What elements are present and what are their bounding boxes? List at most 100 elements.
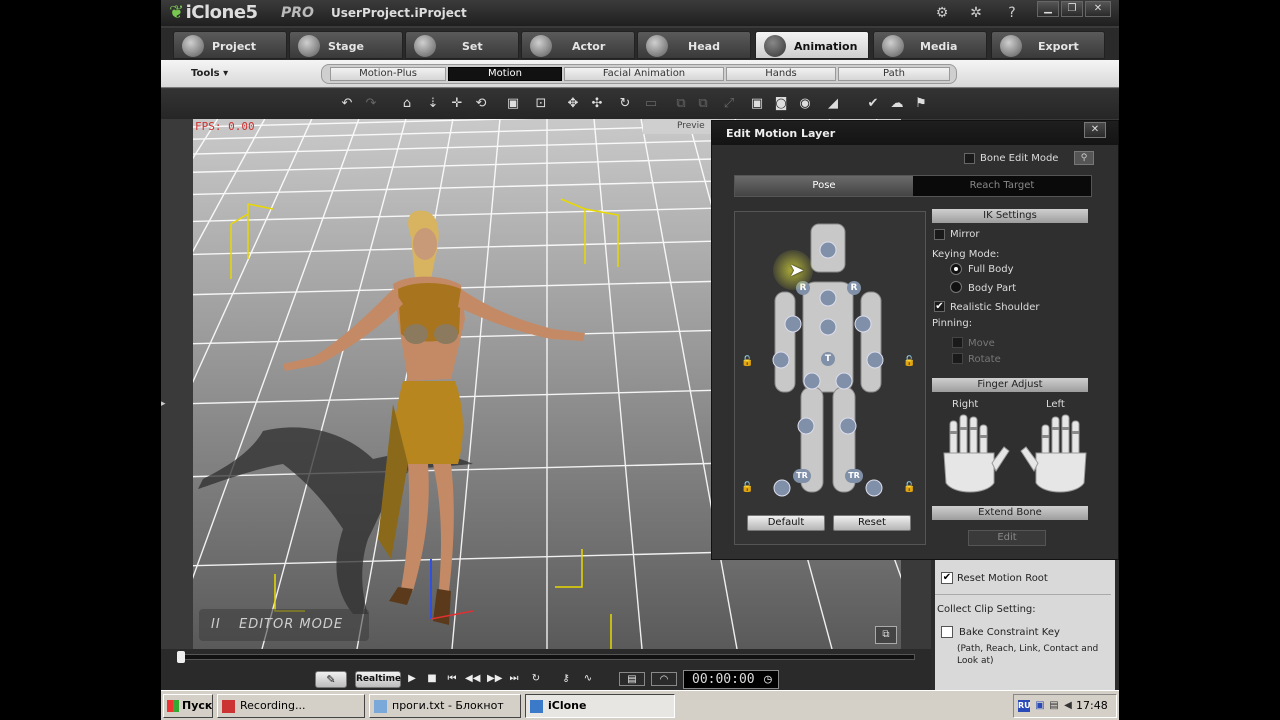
view-switch-button[interactable]: ⧉ (875, 626, 897, 644)
curve-icon[interactable]: ∿ (581, 672, 595, 686)
close-button[interactable]: ✕ (1085, 1, 1111, 17)
render-icon[interactable]: ◉ (797, 96, 813, 112)
previous-frame-icon[interactable]: ◀◀ (465, 672, 480, 686)
collect-clip-icon[interactable]: ▤ (619, 672, 645, 686)
mirror-checkbox[interactable] (934, 229, 945, 240)
full-body-radio[interactable] (950, 263, 962, 275)
tab-actor[interactable]: Actor (521, 31, 635, 59)
reset-motion-root-checkbox[interactable]: ✔ (941, 572, 953, 584)
rotate-checkbox[interactable] (952, 353, 963, 364)
preview-tag[interactable]: Previe (643, 119, 721, 134)
tools-menu-button[interactable]: Tools ▾ (191, 68, 228, 79)
lock-icon-right-foot[interactable]: 🔓 (741, 482, 753, 494)
move-icon[interactable]: ✛ (449, 96, 465, 112)
joint-label-t[interactable]: T (821, 352, 835, 366)
pause-icon[interactable]: II (211, 617, 221, 632)
camera-pan-icon[interactable]: ✣ (589, 96, 605, 112)
next-frame-icon[interactable]: ▶▶ (487, 672, 502, 686)
timeline-icon[interactable]: ◠ (651, 672, 677, 686)
minimize-button[interactable]: ▁ (1037, 1, 1059, 17)
start-button[interactable]: Пуск (163, 694, 213, 718)
fit-icon[interactable]: ⊡ (533, 96, 549, 112)
reset-button[interactable]: Reset (833, 515, 911, 531)
lock-icon-left-hand[interactable]: 🔓 (903, 356, 915, 368)
snap-icon[interactable]: ⧉ (695, 96, 711, 112)
set-icon (414, 35, 436, 57)
body-part-radio[interactable] (950, 281, 962, 293)
move-checkbox[interactable] (952, 337, 963, 348)
timeline-scrubber[interactable] (177, 654, 915, 660)
realtime-button[interactable]: Realtime (355, 671, 401, 688)
key-icon[interactable]: ⚷ (559, 672, 573, 686)
tab-media[interactable]: Media (873, 31, 987, 59)
help-icon[interactable]: ? (1003, 4, 1021, 22)
display-icon[interactable]: ▤ (1048, 700, 1060, 712)
maximize-button[interactable]: ❐ (1061, 1, 1083, 17)
stop-icon[interactable]: ■ (425, 672, 439, 686)
subtab-path[interactable]: Path (838, 67, 950, 81)
taskbar-item-recording[interactable]: Recording... (217, 694, 365, 718)
last-frame-icon[interactable]: ⏭ (507, 672, 521, 686)
lock-icon-right-hand[interactable]: 🔓 (741, 356, 753, 368)
tools-icon[interactable]: ⚙ (933, 4, 951, 22)
camera-zoom-icon[interactable]: ▭ (643, 96, 659, 112)
dialog-close-button[interactable]: ✕ (1084, 122, 1106, 138)
subtab-facial-animation[interactable]: Facial Animation (564, 67, 724, 81)
timecode-display[interactable]: 00:00:00 ◷ (683, 670, 779, 689)
subtab-motion[interactable]: Motion (448, 67, 562, 81)
expand-arrow-icon[interactable]: ▸ (161, 399, 166, 409)
tab-set[interactable]: Set (405, 31, 519, 59)
redo-icon[interactable]: ↷ (363, 96, 379, 112)
pose-skeleton-area[interactable]: R R T TR TR 🔓 🔓 🔓 🔓 Default Reset (734, 211, 926, 545)
tab-stage[interactable]: Stage (289, 31, 403, 59)
subtab-motion-plus[interactable]: Motion-Plus (330, 67, 446, 81)
tab-animation[interactable]: Animation (755, 31, 869, 59)
paint-icon[interactable]: ◢ (825, 96, 841, 112)
tab-pose[interactable]: Pose (735, 176, 913, 196)
joint-label-tr-left[interactable]: TR (845, 469, 863, 483)
view-icon[interactable]: ▣ (749, 96, 765, 112)
tab-head[interactable]: Head (637, 31, 751, 59)
rotate-icon[interactable]: ⟲ (473, 96, 489, 112)
loop-icon[interactable]: ↻ (529, 672, 543, 686)
joint-label-tr-right[interactable]: TR (793, 469, 811, 483)
tab-export[interactable]: Export (991, 31, 1105, 59)
camera-rotate-icon[interactable]: ↻ (617, 96, 633, 112)
record-button[interactable]: ✎ (315, 671, 347, 688)
extend-bone-edit-button[interactable]: Edit (968, 530, 1046, 546)
play-icon[interactable]: ▶ (405, 672, 419, 686)
realistic-shoulder-checkbox[interactable]: ✔ (934, 301, 945, 312)
tab-reach-target[interactable]: Reach Target (913, 176, 1091, 196)
flag-icon[interactable]: ⚑ (913, 96, 929, 112)
bake-constraint-key-checkbox[interactable] (941, 626, 953, 638)
bone-edit-tool-icon[interactable]: ⚲ (1074, 151, 1094, 165)
tab-label: Animation (794, 40, 858, 53)
lock-icon-left-foot[interactable]: 🔓 (903, 482, 915, 494)
tab-label: Media (920, 40, 958, 53)
camera-move-icon[interactable]: ✥ (565, 96, 581, 112)
scale-icon[interactable]: ▣ (505, 96, 521, 112)
camera-icon[interactable]: ◙ (773, 96, 789, 112)
windows-taskbar: Пуск Recording... проги.txt - Блокнот iC… (161, 690, 1119, 720)
tab-project[interactable]: Project (173, 31, 287, 59)
taskbar-item-notepad[interactable]: проги.txt - Блокнот (369, 694, 521, 718)
language-indicator[interactable]: RU (1018, 700, 1031, 712)
first-frame-icon[interactable]: ⏮ (445, 672, 459, 686)
taskbar-item-iclone[interactable]: iClone (525, 694, 675, 718)
network-icon[interactable]: ▣ (1034, 700, 1046, 712)
joint-label-r-left[interactable]: R (847, 281, 861, 295)
ground-icon[interactable]: ☁ (889, 96, 905, 112)
scrubber-knob[interactable] (177, 651, 185, 663)
settings-icon[interactable]: ✲ (967, 4, 985, 22)
default-button[interactable]: Default (747, 515, 825, 531)
finger-adjust-hands[interactable] (936, 413, 1096, 499)
pick-icon[interactable]: ✔ (865, 96, 881, 112)
undo-icon[interactable]: ↶ (339, 96, 355, 112)
drop-to-floor-icon[interactable]: ⇣ (425, 96, 441, 112)
home-icon[interactable]: ⌂ (399, 96, 415, 112)
link-icon[interactable]: ⤢ (721, 96, 737, 112)
volume-icon[interactable]: ◀ (1062, 700, 1074, 712)
bone-edit-mode-checkbox[interactable] (964, 153, 975, 164)
align-icon[interactable]: ⧉ (673, 96, 689, 112)
subtab-hands[interactable]: Hands (726, 67, 836, 81)
